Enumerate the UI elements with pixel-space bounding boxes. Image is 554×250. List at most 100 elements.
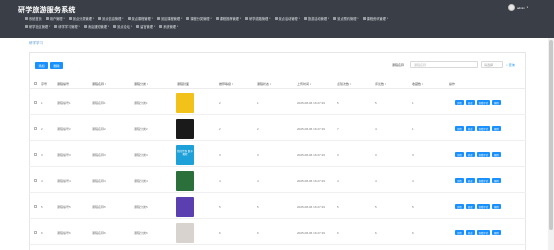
row-checkbox[interactable] [34, 101, 37, 104]
column-header[interactable]: 收藏数 ↕ [412, 82, 423, 86]
chevron-down-icon: ▾ [357, 17, 359, 20]
search-button[interactable]: ⌕ 查询 [506, 61, 515, 68]
view-comments-button[interactable]: 查看评论 [476, 204, 491, 209]
detail-button[interactable]: 详情 [455, 152, 464, 157]
nav-item[interactable]: 系统管理 ▾ [159, 24, 178, 29]
column-header[interactable]: 课程编号 [57, 82, 69, 86]
nav-item[interactable]: 研学学习管理 ▾ [54, 24, 80, 29]
column-header[interactable]: 序号 [41, 82, 47, 86]
row-checkbox[interactable] [34, 231, 37, 234]
column-header[interactable]: 点赞次数 ↕ [337, 82, 351, 86]
column-header[interactable]: 评论数 ↕ [375, 82, 386, 86]
course-code: 课程编号1 [57, 100, 71, 105]
row-actions: 详情 修改 查看评论 删除 [455, 126, 501, 131]
favorite-count: 1 [412, 126, 414, 131]
user-name[interactable]: admin [517, 6, 525, 10]
nav-item[interactable]: 研学线路管理 ▾ [245, 16, 271, 21]
table-row: 6 课程编号6 课程名称6 课程分类6 6 6 2025-08-06 16:27:49 6 6 6… [29, 220, 526, 245]
chevron-down-icon: ▾ [130, 25, 133, 28]
table-row: 3 课程编号3 课程名称3 课程分类3 我的世界 数字教程 3 3 2025-08-06 16… [29, 142, 526, 167]
row-index: 2 [41, 126, 43, 131]
nav-item-label: 景区课程管理 [160, 17, 181, 21]
detail-button[interactable]: 详情 [455, 178, 464, 183]
edit-button[interactable]: 修改 [465, 204, 475, 209]
nav-item[interactable]: 景点信息管理 ▾ [98, 16, 124, 21]
edit-button[interactable]: 修改 [465, 178, 475, 183]
search-input[interactable]: 课程名称 [410, 61, 478, 68]
nav-item[interactable]: 系统首页 [25, 16, 42, 21]
like-count: 5 [337, 204, 339, 209]
column-header[interactable]: 上传时间 ↕ [297, 82, 311, 86]
add-button[interactable]: 添加 [35, 62, 48, 69]
detail-button[interactable]: 详情 [455, 100, 464, 105]
delete-row-button[interactable]: 删除 [492, 204, 501, 209]
nav-item[interactable]: 景点课程管理 ▾ [127, 16, 153, 21]
like-count: 6 [337, 230, 339, 235]
delete-button[interactable]: 删除 [50, 62, 63, 69]
nav-item-label: 用户管理 [49, 17, 63, 21]
nav-item[interactable]: 课程资讯管理 ▾ [362, 16, 388, 21]
nav-item-label: 系统首页 [29, 17, 42, 21]
scrollbar-thumb[interactable] [549, 40, 553, 230]
nav-item[interactable]: 景点分类管理 ▾ [68, 16, 94, 21]
column-header[interactable]: 课程状态 ↕ [257, 82, 271, 86]
view-comments-button[interactable]: 查看评论 [476, 178, 491, 183]
chevron-down-icon: ▾ [107, 25, 110, 28]
view-comments-button[interactable]: 查看评论 [476, 152, 491, 157]
select-all-checkbox[interactable] [34, 82, 37, 85]
course-cover-image [176, 119, 194, 139]
view-comments-button[interactable]: 查看评论 [476, 126, 491, 131]
column-header[interactable]: 课程名称 ↕ [92, 82, 106, 86]
row-checkbox[interactable] [34, 205, 37, 208]
course-category: 课程分类4 [134, 178, 148, 183]
delete-row-button[interactable]: 删除 [492, 100, 501, 105]
column-header[interactable]: 课程分类 ↕ [134, 82, 148, 86]
user-menu[interactable]: admin ▾ [508, 4, 528, 11]
edit-button[interactable]: 修改 [465, 230, 475, 235]
column-header[interactable]: 推荐等级 ↕ [219, 82, 233, 86]
nav-item[interactable]: 消息通知管理 ▾ [83, 24, 110, 29]
nav-item[interactable]: 景点预约管理 ▾ [333, 16, 359, 21]
view-comments-button[interactable]: 查看评论 [476, 100, 491, 105]
menu-icon [303, 17, 307, 20]
menu-icon [25, 25, 28, 28]
row-checkbox[interactable] [34, 179, 37, 182]
row-actions: 详情 修改 查看评论 删除 [455, 178, 501, 183]
column-header[interactable]: 课程封面 [177, 82, 189, 86]
avatar[interactable] [508, 4, 516, 11]
course-category: 课程分类5 [134, 204, 148, 209]
recommend-level: 2 [219, 126, 221, 131]
nav-item[interactable]: 课程分类管理 ▾ [186, 16, 212, 21]
delete-row-button[interactable]: 删除 [492, 178, 501, 183]
nav-item[interactable]: 用户管理 ▾ [45, 16, 65, 21]
nav-item[interactable]: 旅游活动管理 ▾ [303, 16, 329, 21]
favorite-count: 4 [412, 178, 414, 183]
breadcrumb[interactable]: 研学学习 [29, 41, 43, 46]
view-comments-button[interactable]: 查看评论 [476, 230, 491, 235]
nav-item[interactable]: 景点活动管理 ▾ [274, 16, 300, 21]
nav-item[interactable]: 景点论坛 ▾ [113, 24, 132, 29]
nav-item-label: 消息通知管理 [87, 25, 107, 29]
delete-row-button[interactable]: 删除 [492, 126, 501, 131]
delete-row-button[interactable]: 删除 [492, 230, 501, 235]
nav-item[interactable]: 景区课程管理 ▾ [156, 16, 182, 21]
delete-row-button[interactable]: 删除 [492, 152, 501, 157]
nav-item[interactable]: 课程推荐管理 ▾ [215, 16, 241, 21]
nav-item[interactable]: 留言管理 ▾ [136, 24, 155, 29]
row-checkbox[interactable] [34, 153, 37, 156]
edit-button[interactable]: 修改 [465, 152, 475, 157]
menu-icon [54, 25, 58, 28]
nav-item[interactable]: 研学社区管理 ▾ [25, 24, 50, 29]
page-scrollbar[interactable] [548, 38, 554, 250]
chevron-down-icon[interactable]: ▾ [527, 6, 528, 9]
column-header[interactable]: 操作 [449, 82, 455, 86]
row-checkbox[interactable] [34, 127, 37, 130]
detail-button[interactable]: 详情 [455, 204, 464, 209]
row-index: 4 [41, 178, 43, 183]
edit-button[interactable]: 修改 [465, 100, 475, 105]
detail-button[interactable]: 详情 [455, 230, 464, 235]
comment-count: 5 [375, 204, 377, 209]
edit-button[interactable]: 修改 [465, 126, 475, 131]
category-select[interactable]: 请选择 [481, 61, 503, 68]
detail-button[interactable]: 详情 [455, 126, 464, 131]
